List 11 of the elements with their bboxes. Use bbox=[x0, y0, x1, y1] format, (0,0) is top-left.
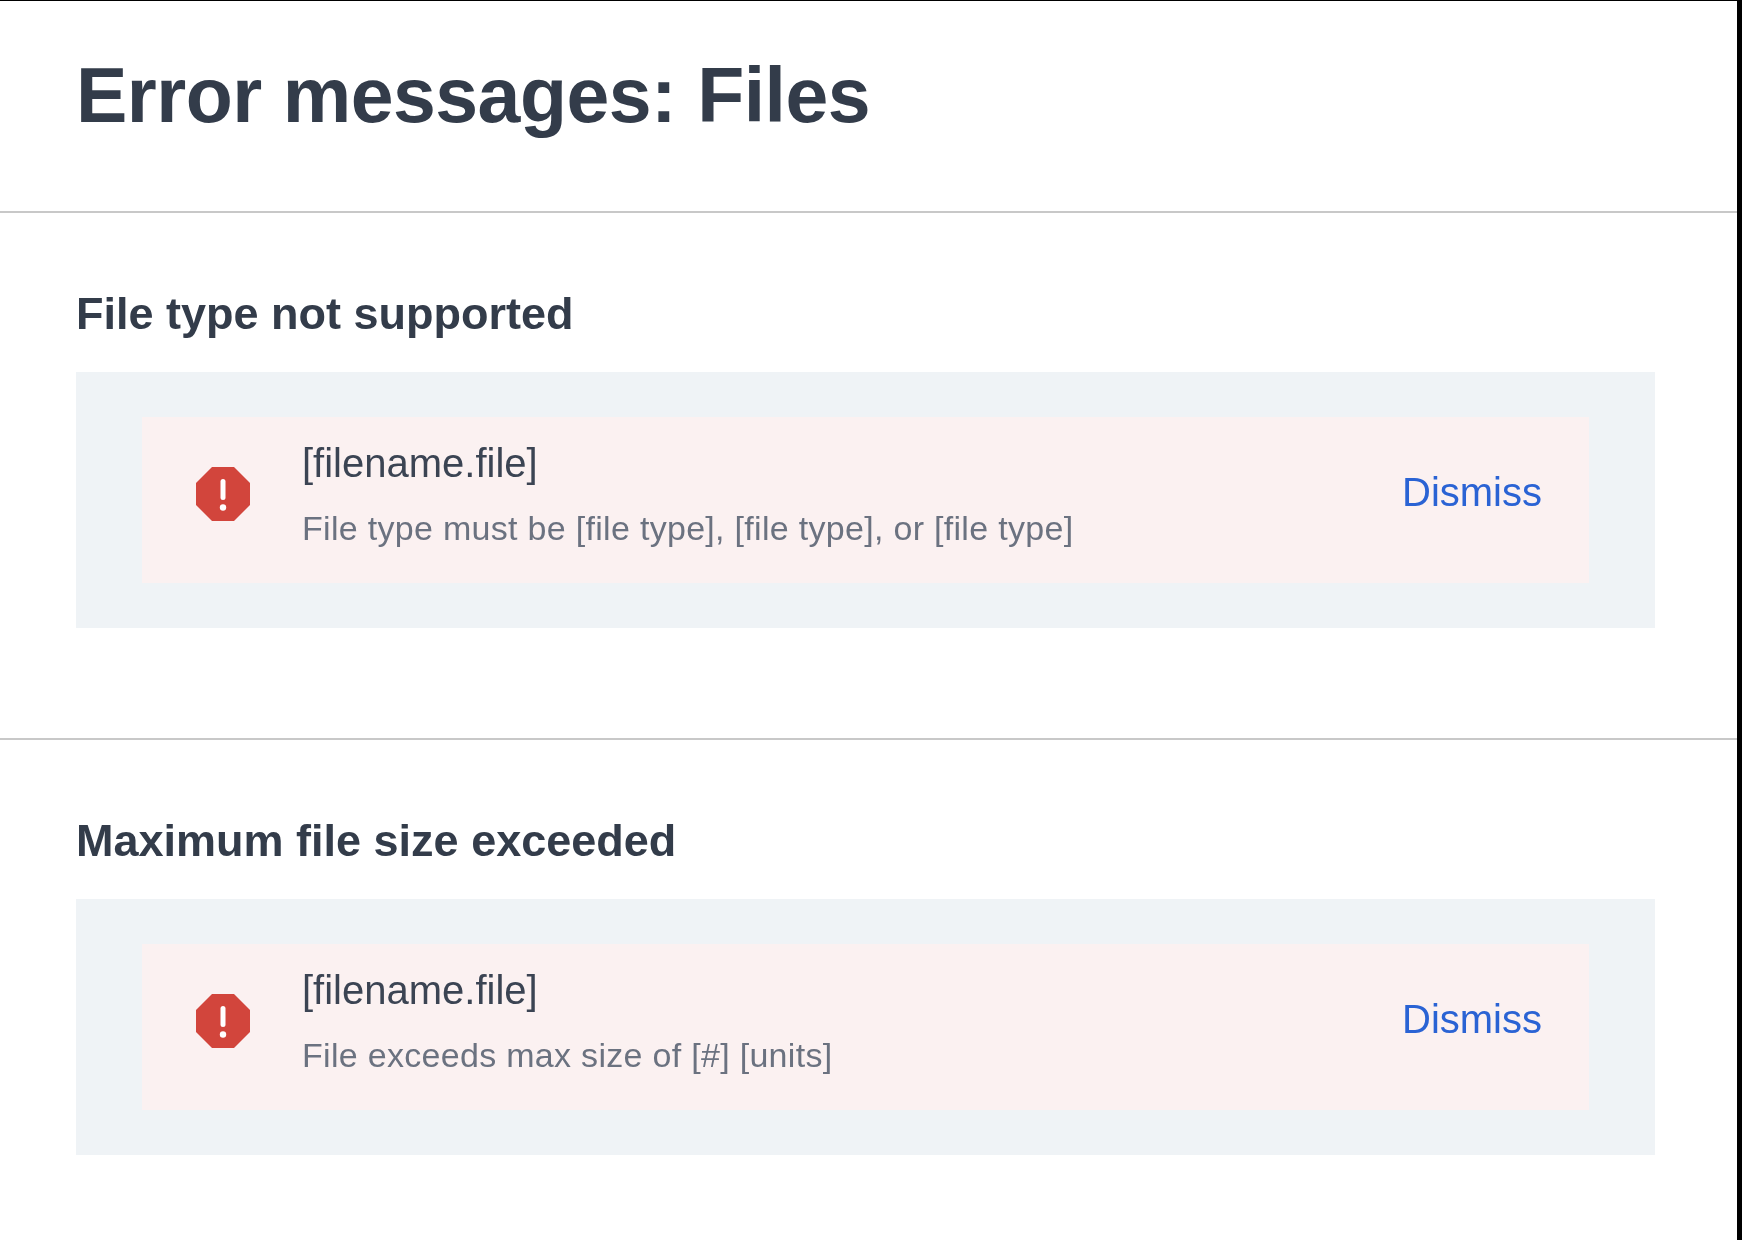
exclamation-octagon-icon bbox=[196, 994, 250, 1048]
error-message: File type must be [file type], [file type], or [file type] bbox=[302, 508, 1075, 548]
section-heading: File type not supported bbox=[76, 287, 575, 341]
dismiss-link[interactable]: Dismiss bbox=[1402, 468, 1542, 516]
exclamation-octagon-icon bbox=[196, 467, 250, 521]
page-title: Error messages: Files bbox=[76, 51, 872, 140]
error-message: File exceeds max size of [#] [units] bbox=[302, 1035, 834, 1075]
file-name: [filename.file] bbox=[302, 967, 539, 1014]
dismiss-link[interactable]: Dismiss bbox=[1402, 995, 1542, 1043]
section-heading: Maximum file size exceeded bbox=[76, 814, 678, 868]
file-name: [filename.file] bbox=[302, 440, 539, 487]
